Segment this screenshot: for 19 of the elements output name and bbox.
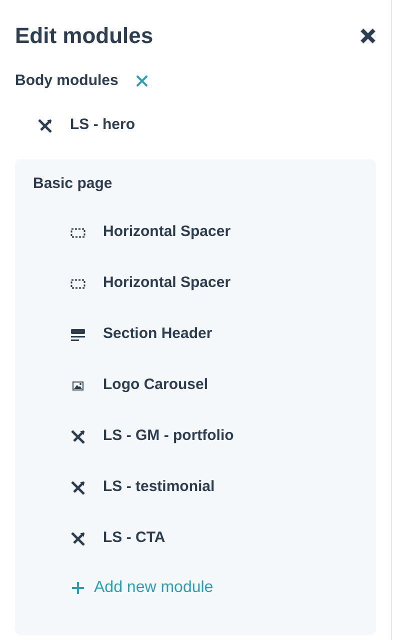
- module-name[interactable]: Horizontal Spacer: [103, 221, 231, 244]
- module-name[interactable]: LS - GM - portfolio: [103, 425, 234, 448]
- close-button[interactable]: [360, 28, 376, 44]
- module-name[interactable]: Horizontal Spacer: [103, 272, 231, 295]
- tools-icon: [70, 480, 86, 496]
- group-title: Basic page: [33, 174, 114, 194]
- panel-title: Edit modules: [15, 22, 154, 50]
- tools-icon: [70, 530, 86, 546]
- tools-icon: [37, 118, 53, 134]
- plus-icon[interactable]: [70, 580, 86, 596]
- module-name[interactable]: Section Header: [103, 323, 212, 346]
- module-name[interactable]: LS - hero: [70, 114, 136, 137]
- section-header-icon: [70, 326, 86, 342]
- module-name[interactable]: LS - testimonial: [103, 476, 215, 499]
- section-label: Body modules: [15, 70, 118, 91]
- tools-icon: [70, 428, 86, 444]
- module-name[interactable]: Logo Carousel: [103, 374, 208, 397]
- module-name[interactable]: LS - CTA: [103, 527, 166, 550]
- close-icon[interactable]: [134, 73, 150, 89]
